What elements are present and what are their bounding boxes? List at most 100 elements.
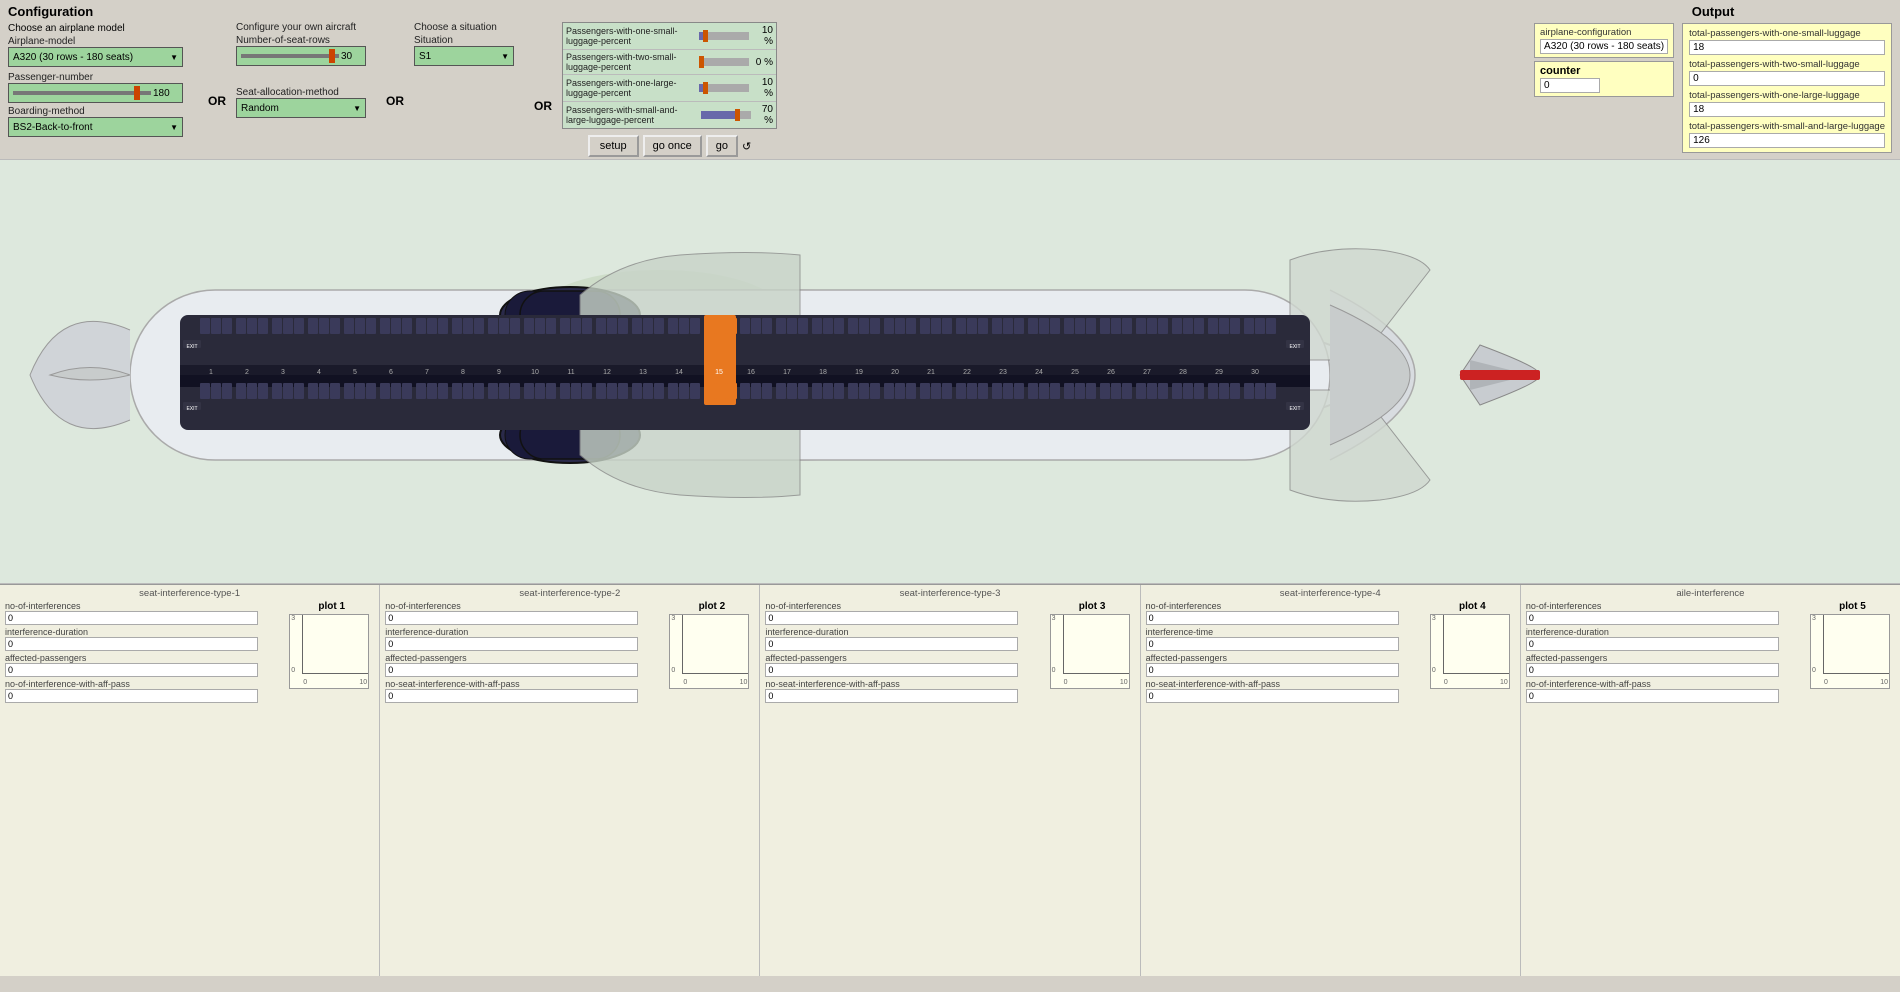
chart-plot-label-0: plot 1 xyxy=(289,601,374,612)
setup-button[interactable]: setup xyxy=(588,135,639,157)
chart-field-value-4-2: 0 xyxy=(1526,663,1779,677)
stat-label-3: total-passengers-with-small-and-large-lu… xyxy=(1689,121,1885,132)
luggage-slider-3[interactable] xyxy=(701,111,751,119)
seat-rows-value: 30 xyxy=(341,51,361,62)
chart-panel-4: aile-interference no-of-interferences 0 … xyxy=(1521,585,1900,976)
chart-panel-2: seat-interference-type-3 no-of-interfere… xyxy=(760,585,1140,976)
boarding-method-dropdown[interactable]: BS2-Back-to-front ▼ xyxy=(8,117,183,137)
svg-text:EXIT: EXIT xyxy=(186,344,197,350)
chart-field-label-0-0: no-of-interferences xyxy=(5,601,286,611)
chart-field-value-4-3: 0 xyxy=(1526,689,1779,703)
situation-label: Situation xyxy=(414,35,524,46)
seat-allocation-arrow-icon: ▼ xyxy=(353,104,361,113)
chart-field-value-4-1: 0 xyxy=(1526,637,1779,651)
situation-dropdown[interactable]: S1 ▼ xyxy=(414,46,514,66)
chart-field-label-3-3: no-seat-interference-with-aff-pass xyxy=(1146,679,1427,689)
chart-panel-0: seat-interference-type-1 no-of-interfere… xyxy=(0,585,380,976)
counter-label: counter xyxy=(1540,65,1668,77)
go-once-button[interactable]: go once xyxy=(643,135,702,157)
chart-field-label-1-0: no-of-interferences xyxy=(385,601,666,611)
airplane-config-label: airplane-configuration xyxy=(1540,27,1668,38)
counter-value: 0 xyxy=(1540,78,1600,93)
seat-rows-control[interactable]: 30 xyxy=(236,46,366,66)
svg-text:15: 15 xyxy=(715,369,723,376)
chart-panel-1: seat-interference-type-2 no-of-interfere… xyxy=(380,585,760,976)
svg-text:26: 26 xyxy=(1107,369,1115,376)
chart-field-value-2-0: 0 xyxy=(765,611,1018,625)
dropdown-arrow-icon: ▼ xyxy=(170,53,178,62)
or-label-2: OR xyxy=(386,94,404,108)
svg-text:23: 23 xyxy=(999,369,1007,376)
svg-text:9: 9 xyxy=(497,369,501,376)
svg-text:EXIT: EXIT xyxy=(1289,406,1300,412)
luggage-label-0: Passengers-with-one-small-luggage-percen… xyxy=(566,26,695,46)
chart-field-label-4-1: interference-duration xyxy=(1526,627,1807,637)
chart-field-label-2-2: affected-passengers xyxy=(765,653,1046,663)
luggage-row-1: Passengers-with-two-small-luggage-percen… xyxy=(563,50,776,75)
charts-section: seat-interference-type-1 no-of-interfere… xyxy=(0,584,1900,976)
svg-text:6: 6 xyxy=(389,369,393,376)
luggage-row-3: Passengers-with-small-and-large-luggage-… xyxy=(563,102,776,128)
boarding-method-value: BS2-Back-to-front xyxy=(13,122,92,133)
situation-value: S1 xyxy=(419,51,431,62)
luggage-label-1: Passengers-with-two-small-luggage-percen… xyxy=(566,52,695,72)
svg-text:10: 10 xyxy=(531,369,539,376)
luggage-value-2: 10 % xyxy=(753,77,773,99)
chart-plot-label-2: plot 3 xyxy=(1050,601,1135,612)
airplane-model-value: A320 (30 rows - 180 seats) xyxy=(13,52,133,63)
luggage-slider-2[interactable] xyxy=(699,84,749,92)
chart-title-4: aile-interference xyxy=(1526,588,1895,599)
chart-field-label-0-3: no-of-interference-with-aff-pass xyxy=(5,679,286,689)
stat-label-1: total-passengers-with-two-small-luggage xyxy=(1689,59,1885,70)
chart-plot-label-3: plot 4 xyxy=(1430,601,1515,612)
svg-text:14: 14 xyxy=(675,369,683,376)
svg-text:29: 29 xyxy=(1215,369,1223,376)
luggage-label-2: Passengers-with-one-large-luggage-percen… xyxy=(566,78,695,98)
configure-own-label: Configure your own aircraft xyxy=(236,22,376,33)
stat-value-0: 18 xyxy=(1689,40,1885,55)
svg-text:24: 24 xyxy=(1035,369,1043,376)
svg-text:20: 20 xyxy=(891,369,899,376)
chart-field-label-1-2: affected-passengers xyxy=(385,653,666,663)
chart-field-value-3-3: 0 xyxy=(1146,689,1399,703)
chart-field-value-1-3: 0 xyxy=(385,689,638,703)
luggage-row-2: Passengers-with-one-large-luggage-percen… xyxy=(563,75,776,102)
stat-value-1: 0 xyxy=(1689,71,1885,86)
stat-1: total-passengers-with-two-small-luggage … xyxy=(1689,59,1885,86)
svg-text:19: 19 xyxy=(855,369,863,376)
svg-text:18: 18 xyxy=(819,369,827,376)
chart-field-value-1-2: 0 xyxy=(385,663,638,677)
chart-field-value-4-0: 0 xyxy=(1526,611,1779,625)
passenger-number-slider[interactable]: 180 xyxy=(8,83,183,103)
chart-field-label-0-2: affected-passengers xyxy=(5,653,286,663)
go-icon: ↺ xyxy=(742,140,751,153)
chart-field-value-3-2: 0 xyxy=(1146,663,1399,677)
go-button[interactable]: go xyxy=(706,135,738,157)
chart-field-value-0-0: 0 xyxy=(5,611,258,625)
chart-plot-label-4: plot 5 xyxy=(1810,601,1895,612)
stat-2: total-passengers-with-one-large-luggage … xyxy=(1689,90,1885,117)
luggage-value-0: 10 % xyxy=(753,25,773,47)
chart-field-label-3-1: interference-time xyxy=(1146,627,1427,637)
seat-allocation-dropdown[interactable]: Random ▼ xyxy=(236,98,366,118)
chart-field-label-4-2: affected-passengers xyxy=(1526,653,1807,663)
svg-text:28: 28 xyxy=(1179,369,1187,376)
svg-text:EXIT: EXIT xyxy=(1289,344,1300,350)
luggage-slider-0[interactable] xyxy=(699,32,749,40)
svg-text:3: 3 xyxy=(281,369,285,376)
airplane-model-dropdown[interactable]: A320 (30 rows - 180 seats) ▼ xyxy=(8,47,183,67)
seat-allocation-label: Seat-allocation-method xyxy=(236,87,376,98)
svg-text:22: 22 xyxy=(963,369,971,376)
svg-text:25: 25 xyxy=(1071,369,1079,376)
luggage-value-3: 70 % xyxy=(755,104,773,126)
chart-field-value-1-1: 0 xyxy=(385,637,638,651)
svg-text:12: 12 xyxy=(603,369,611,376)
airplane-config-value: A320 (30 rows - 180 seats) xyxy=(1540,39,1668,54)
chart-field-value-2-2: 0 xyxy=(765,663,1018,677)
luggage-slider-1[interactable] xyxy=(699,58,749,66)
svg-text:7: 7 xyxy=(425,369,429,376)
passenger-number-value: 180 xyxy=(153,88,178,99)
chart-field-label-3-0: no-of-interferences xyxy=(1146,601,1427,611)
seat-rows-label: Number-of-seat-rows xyxy=(236,35,376,46)
passenger-number-label: Passenger-number xyxy=(8,72,198,83)
